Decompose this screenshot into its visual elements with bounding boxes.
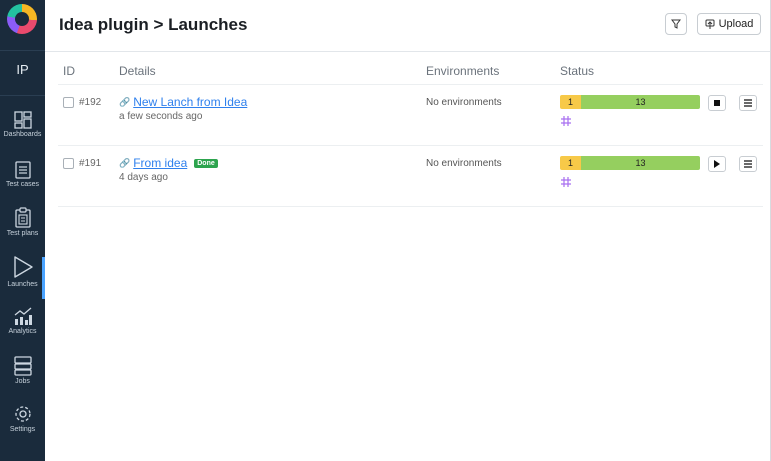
filter-button[interactable]	[665, 13, 687, 35]
table-row[interactable]: #191 🔗 From idea Done 4 days ago No envi…	[58, 146, 763, 207]
sidebar-item-launches[interactable]: Launches	[0, 254, 45, 302]
sidebar-item-jobs[interactable]: Jobs	[0, 355, 45, 403]
dashboards-icon	[13, 111, 32, 129]
launch-details: 🔗 New Lanch from Idea a few seconds ago	[119, 95, 247, 122]
sidebar-item-label: Dashboards	[3, 131, 42, 138]
sidebar-divider	[0, 95, 45, 96]
status-badge: Done	[194, 158, 218, 168]
sidebar-divider	[0, 50, 45, 51]
page-header: Idea plugin > Launches Upload	[45, 0, 771, 52]
column-header-environments[interactable]: Environments	[426, 64, 499, 78]
column-header-status[interactable]: Status	[560, 64, 594, 78]
sidebar-item-label: Analytics	[8, 328, 37, 335]
sidebar-item-label: Test cases	[5, 181, 40, 188]
launch-environments: No environments	[426, 158, 502, 169]
launch-environments: No environments	[426, 97, 502, 108]
sidebar-item-label: Settings	[9, 426, 36, 433]
table-row[interactable]: #192 🔗 New Lanch from Idea a few seconds…	[58, 85, 763, 146]
filter-icon	[671, 19, 681, 29]
launch-time: 4 days ago	[119, 172, 168, 183]
menu-icon	[744, 160, 752, 168]
upload-button[interactable]: Upload	[697, 13, 761, 35]
stop-button[interactable]	[708, 95, 726, 111]
sidebar-item-label: Jobs	[15, 378, 30, 385]
launch-name-link[interactable]: New Lanch from Idea	[133, 95, 247, 109]
status-count-yellow: 1	[560, 156, 581, 170]
upload-button-label: Upload	[718, 18, 754, 30]
status-count-yellow: 1	[560, 95, 581, 109]
sidebar-item-settings[interactable]: Settings	[0, 403, 45, 451]
launch-id: #191	[79, 158, 102, 169]
launch-details: 🔗 From idea Done 4 days ago	[119, 156, 218, 183]
status-count-green: 13	[581, 156, 700, 170]
launch-id: #192	[79, 97, 102, 108]
launch-name-link[interactable]: From idea	[133, 156, 187, 170]
sidebar-item-test-cases[interactable]: Test cases	[0, 160, 45, 208]
link-icon: 🔗	[119, 157, 131, 168]
test-cases-icon	[14, 161, 31, 179]
analytics-icon	[14, 307, 32, 325]
row-menu-button[interactable]	[739, 95, 757, 111]
launch-time: a few seconds ago	[119, 111, 203, 122]
column-header-id[interactable]: ID	[63, 64, 75, 78]
play-icon	[714, 160, 720, 168]
test-plans-icon	[14, 207, 31, 228]
app-logo[interactable]	[7, 4, 37, 34]
play-button[interactable]	[708, 156, 726, 172]
sidebar-item-dashboards[interactable]: Dashboards	[0, 110, 45, 158]
upload-icon	[705, 19, 715, 29]
job-grid-icon[interactable]	[561, 177, 571, 187]
launches-icon	[13, 256, 33, 278]
sidebar-item-label: Launches	[7, 281, 38, 288]
status-bar[interactable]: 1 13	[560, 156, 700, 170]
sidebar-item-analytics[interactable]: Analytics	[0, 305, 45, 353]
link-icon: 🔗	[119, 96, 131, 107]
stop-icon	[714, 100, 720, 106]
jobs-icon	[13, 356, 32, 376]
sidebar-item-label: Test plans	[6, 230, 39, 237]
job-grid-icon[interactable]	[561, 116, 571, 126]
status-count-green: 13	[581, 95, 700, 109]
row-checkbox[interactable]	[63, 97, 74, 108]
sidebar-item-test-plans[interactable]: Test plans	[0, 207, 45, 255]
row-checkbox[interactable]	[63, 158, 74, 169]
sidebar: IP Dashboards Test cases Test plans Laun…	[0, 0, 45, 461]
row-menu-button[interactable]	[739, 156, 757, 172]
status-bar[interactable]: 1 13	[560, 95, 700, 109]
settings-icon	[14, 406, 31, 422]
column-header-details[interactable]: Details	[119, 64, 156, 78]
project-switcher[interactable]: IP	[0, 62, 45, 77]
menu-icon	[744, 99, 752, 107]
page-title: Idea plugin > Launches	[59, 15, 248, 34]
